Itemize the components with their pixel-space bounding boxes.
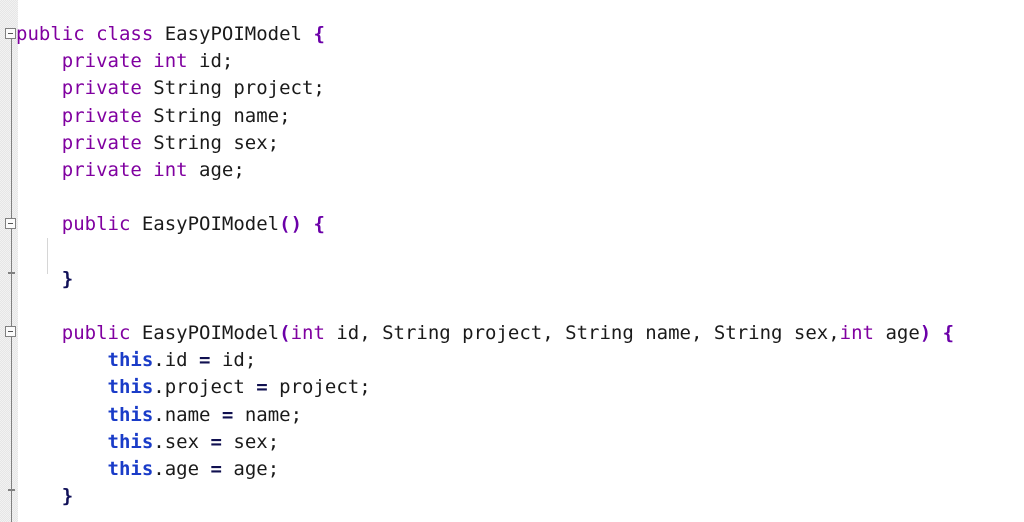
fold-rail-line	[11, 34, 12, 522]
code-token: int	[839, 322, 874, 345]
code-token: =	[256, 376, 268, 399]
code-line[interactable]: public EasyPOIModel() {	[16, 211, 1024, 238]
code-token: ()	[279, 213, 303, 236]
code-token: =	[221, 403, 234, 426]
code-token: .sex	[153, 430, 211, 453]
code-line[interactable]: this.age = age;	[16, 456, 1024, 483]
code-line[interactable]: private String project;	[16, 75, 1024, 102]
code-line[interactable]: private String sex;	[16, 130, 1024, 157]
code-token: sex;	[221, 430, 280, 453]
code-token: private	[61, 77, 154, 100]
code-token: EasyPOIModel	[141, 213, 280, 236]
code-token: {	[313, 213, 325, 236]
code-line[interactable]	[16, 293, 1024, 320]
code-token: {	[942, 322, 955, 345]
code-token: private	[61, 131, 154, 154]
code-token: private	[61, 104, 154, 127]
code-token: String name;	[153, 104, 291, 127]
code-token: String sex;	[153, 131, 280, 154]
code-token: public	[61, 322, 142, 345]
fold-end-default-constructor-icon	[8, 272, 15, 274]
code-token: this	[107, 430, 154, 453]
code-token: {	[313, 23, 325, 45]
code-token: age;	[221, 458, 280, 480]
fold-end-args-constructor-icon	[8, 489, 15, 491]
code-token: age	[874, 322, 920, 345]
code-token: .name	[153, 403, 222, 426]
code-token: EasyPOIModel	[141, 322, 280, 345]
code-token: )	[919, 322, 932, 345]
code-token: id;	[199, 50, 234, 73]
fold-class-easypoimodel-icon[interactable]	[5, 28, 16, 39]
code-token: this	[107, 349, 154, 372]
code-token: this	[107, 458, 154, 480]
code-token: this	[107, 376, 154, 399]
code-token: (	[279, 322, 291, 345]
code-line[interactable]	[16, 239, 1024, 266]
code-token: private int	[61, 158, 200, 181]
code-token: id;	[210, 349, 257, 372]
code-token: private int	[61, 50, 200, 73]
code-token: .project	[153, 376, 257, 399]
code-line[interactable]	[16, 184, 1024, 211]
code-line[interactable]: this.sex = sex;	[16, 429, 1024, 456]
code-token: this	[107, 403, 154, 426]
code-token: String project;	[153, 77, 325, 100]
code-line[interactable]: }	[16, 483, 1024, 510]
fold-args-constructor-icon[interactable]	[5, 326, 16, 337]
code-line[interactable]: this.id = id;	[16, 347, 1024, 374]
code-line[interactable]: public class EasyPOIModel {	[16, 21, 1024, 48]
code-line[interactable]: }	[16, 266, 1024, 293]
code-line[interactable]: private int id;	[16, 48, 1024, 75]
code-token: int	[290, 322, 325, 345]
code-line[interactable]: this.project = project;	[16, 374, 1024, 401]
code-text-area[interactable]: public class EasyPOIModel { private int …	[16, 21, 1024, 510]
code-token: age;	[199, 158, 245, 181]
code-editor-pane[interactable]: public class EasyPOIModel { private int …	[0, 0, 1024, 522]
code-line[interactable]: public EasyPOIModel(int id, String proje…	[16, 320, 1024, 347]
indent-guide-constructor-body	[47, 238, 48, 274]
code-token: .id	[153, 349, 200, 372]
code-token: =	[210, 458, 222, 480]
code-token: }	[61, 485, 74, 508]
code-line[interactable]: this.name = name;	[16, 402, 1024, 429]
code-token: id, String project, String name, String …	[324, 322, 840, 345]
code-token: EasyPOIModel	[164, 23, 314, 45]
fold-default-constructor-icon[interactable]	[5, 218, 16, 229]
code-line[interactable]: private int age;	[16, 157, 1024, 184]
code-token: =	[199, 349, 211, 372]
code-token: }	[61, 267, 74, 290]
code-line[interactable]: private String name;	[16, 103, 1024, 130]
code-token: project;	[267, 376, 371, 399]
code-token: public	[61, 213, 142, 236]
code-token: public class	[16, 23, 165, 45]
code-token: .age	[153, 458, 211, 480]
code-token: =	[210, 430, 222, 453]
code-token: name;	[233, 403, 303, 426]
